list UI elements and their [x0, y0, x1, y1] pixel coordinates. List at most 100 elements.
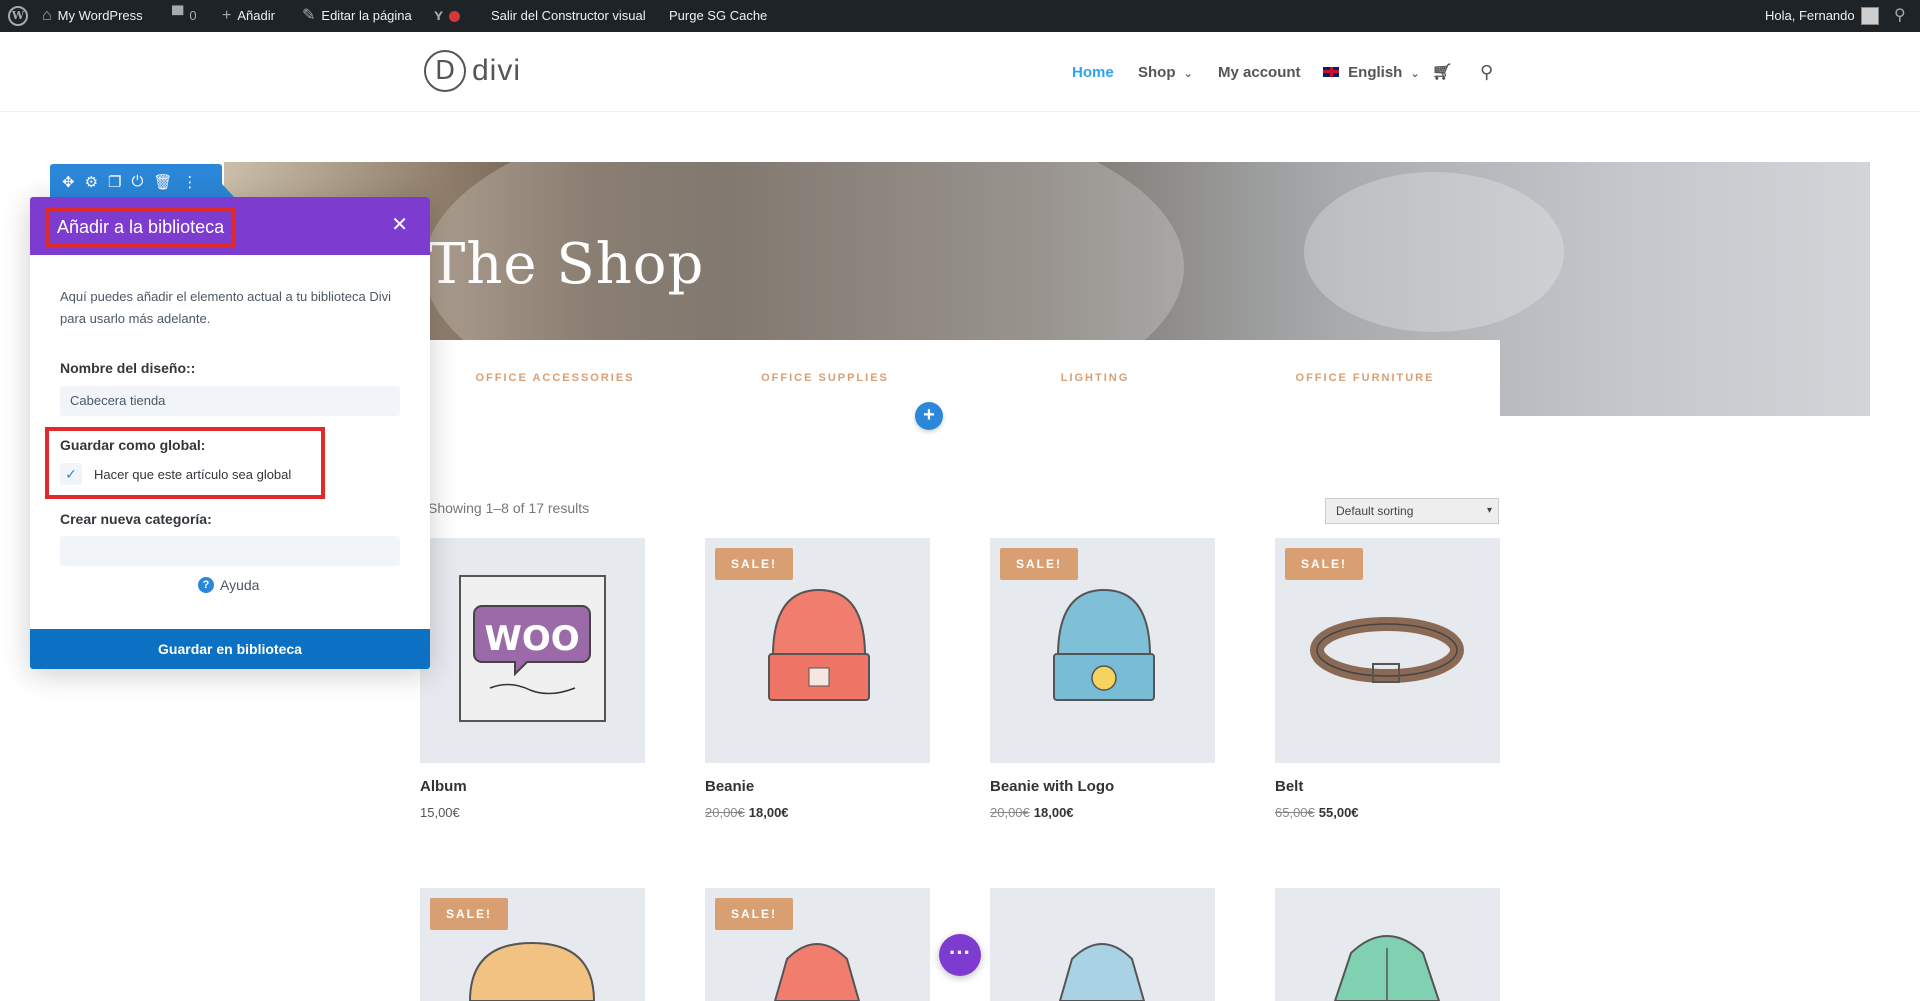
new-content-menu[interactable]: + Añadir: [222, 0, 275, 32]
yoast-menu[interactable]: ʏ: [434, 0, 461, 32]
admin-search-button[interactable]: ⚲: [1894, 0, 1906, 32]
category-link-lighting[interactable]: LIGHTING: [960, 372, 1230, 384]
edit-page-label: Editar la página: [321, 8, 412, 23]
old-price: 20,00€: [990, 805, 1030, 820]
exit-visual-builder-label: Salir del Constructor visual: [491, 8, 646, 23]
product-name[interactable]: Album: [420, 778, 645, 795]
category-bar: OFFICE ACCESSORIES OFFICE SUPPLIES LIGHT…: [420, 340, 1500, 416]
product-card[interactable]: WOO Album 15,00€: [420, 538, 645, 820]
nav-item-shop[interactable]: Shop ⌄: [1138, 64, 1193, 81]
product-card[interactable]: SALE!: [420, 888, 645, 1001]
add-to-library-modal: Añadir a la biblioteca ✕ Aquí puedes aña…: [30, 197, 430, 669]
comments-menu[interactable]: ▀ 0: [172, 0, 197, 32]
chevron-down-icon: ⌄: [1183, 67, 1193, 80]
add-row-button[interactable]: +: [915, 402, 943, 430]
move-icon[interactable]: ✥: [62, 173, 75, 191]
product-image[interactable]: SALE!: [705, 538, 930, 763]
album-illustration: WOO: [459, 575, 606, 722]
seo-status-dot-icon: [449, 10, 461, 22]
nav-item-language[interactable]: English ⌄: [1322, 64, 1420, 81]
sale-badge: SALE!: [430, 898, 508, 930]
product-price: 65,00€ 55,00€: [1275, 805, 1500, 820]
current-price: 15,00€: [420, 805, 460, 820]
product-image[interactable]: [990, 888, 1215, 1001]
product-price: 20,00€ 18,00€: [705, 805, 930, 820]
product-image[interactable]: SALE!: [1275, 538, 1500, 763]
site-logo[interactable]: D divi: [424, 50, 521, 92]
product-name[interactable]: Beanie with Logo: [990, 778, 1215, 795]
product-name[interactable]: Beanie: [705, 778, 930, 795]
cart-icon[interactable]: 🛒︎: [1432, 62, 1452, 82]
new-category-label: Crear nueva categoría:: [60, 511, 212, 527]
product-name[interactable]: Belt: [1275, 778, 1500, 795]
close-icon[interactable]: ✕: [391, 213, 408, 237]
exit-visual-builder-link[interactable]: Salir del Constructor visual: [491, 0, 646, 32]
wordpress-logo-menu[interactable]: W: [8, 0, 28, 32]
question-icon: ?: [198, 577, 214, 593]
category-link-office-supplies[interactable]: OFFICE SUPPLIES: [690, 372, 960, 384]
edit-page-link[interactable]: ✎ Editar la página: [302, 0, 412, 32]
layout-name-input[interactable]: Cabecera tienda: [60, 386, 400, 416]
pencil-icon: ✎: [302, 7, 316, 24]
page-settings-button[interactable]: ···: [939, 934, 981, 976]
gear-icon[interactable]: ⚙: [85, 173, 98, 191]
site-name: My WordPress: [57, 8, 143, 23]
product-card[interactable]: [1275, 888, 1500, 1001]
sorting-select[interactable]: Default sorting ▾: [1325, 498, 1499, 524]
sorting-select-value: Default sorting: [1336, 504, 1414, 518]
plus-icon: +: [222, 7, 232, 24]
logo-text: divi: [472, 54, 522, 87]
sale-badge: SALE!: [715, 548, 793, 580]
make-global-label: Hacer que este artículo sea global: [94, 467, 292, 482]
save-to-library-button[interactable]: Guardar en biblioteca: [30, 629, 430, 669]
admin-bar: W ⌂ My WordPress ▀ 0 + Añadir ✎ Editar l…: [0, 0, 1920, 32]
product-card[interactable]: SALE! Belt 65,00€ 55,00€: [1275, 538, 1500, 820]
category-link-office-accessories[interactable]: OFFICE ACCESSORIES: [420, 372, 690, 384]
comments-count: 0: [189, 8, 197, 23]
new-category-input[interactable]: [60, 536, 400, 566]
modal-title: Añadir a la biblioteca: [45, 208, 237, 247]
more-options-icon[interactable]: ⋮: [182, 173, 197, 191]
modal-header: Añadir a la biblioteca ✕: [30, 197, 430, 255]
duplicate-icon[interactable]: ❐: [108, 173, 121, 191]
site-name-menu[interactable]: ⌂ My WordPress: [42, 0, 143, 32]
dashboard-icon: ⌂: [42, 7, 52, 24]
product-image[interactable]: SALE!: [990, 538, 1215, 763]
nav-item-my-account[interactable]: My account: [1218, 64, 1301, 81]
make-global-checkbox[interactable]: ✓: [60, 463, 82, 485]
nav-item-home[interactable]: Home: [1072, 64, 1114, 81]
product-image[interactable]: WOO: [420, 538, 645, 763]
product-card[interactable]: SALE! Beanie 20,00€ 18,00€: [705, 538, 930, 820]
power-icon[interactable]: ⏻: [131, 173, 143, 190]
category-link-office-furniture[interactable]: OFFICE FURNITURE: [1230, 372, 1500, 384]
comment-bubble-icon: ▀: [172, 7, 184, 24]
sale-badge: SALE!: [1285, 548, 1363, 580]
user-greeting: Hola, Fernando: [1765, 8, 1855, 23]
product-image[interactable]: [1275, 888, 1500, 1001]
more-options-icon: ···: [949, 940, 971, 965]
nav-item-language-label: English: [1348, 63, 1403, 81]
search-icon[interactable]: ⚲: [1480, 62, 1493, 83]
logo-mark: D: [424, 50, 466, 92]
product-card[interactable]: SALE! Beanie with Logo 20,00€ 18,00€: [990, 538, 1215, 820]
product-card[interactable]: [990, 888, 1215, 1001]
hoodie-with-logo-illustration: [1058, 943, 1146, 1001]
product-image[interactable]: SALE!: [420, 888, 645, 1001]
product-price: 20,00€ 18,00€: [990, 805, 1215, 820]
trash-icon[interactable]: 🗑︎: [153, 173, 172, 191]
product-card[interactable]: SALE!: [705, 888, 930, 1001]
product-image[interactable]: SALE!: [705, 888, 930, 1001]
hoodie-with-zipper-illustration: [1333, 935, 1441, 1001]
help-label: Ayuda: [220, 577, 260, 593]
chevron-down-icon: ⌄: [1410, 67, 1420, 80]
help-link[interactable]: ? Ayuda: [198, 577, 259, 593]
search-icon: ⚲: [1894, 7, 1906, 24]
purge-cache-link[interactable]: Purge SG Cache: [669, 0, 767, 32]
old-price: 20,00€: [705, 805, 745, 820]
product-price: 15,00€: [420, 805, 645, 820]
hero-title: The Shop: [428, 232, 705, 297]
sale-badge: SALE!: [715, 898, 793, 930]
save-global-label: Guardar como global:: [60, 437, 206, 453]
my-account-menu[interactable]: Hola, Fernando: [1765, 0, 1879, 32]
site-header: D divi Home Shop ⌄ My account English ⌄ …: [0, 32, 1920, 112]
